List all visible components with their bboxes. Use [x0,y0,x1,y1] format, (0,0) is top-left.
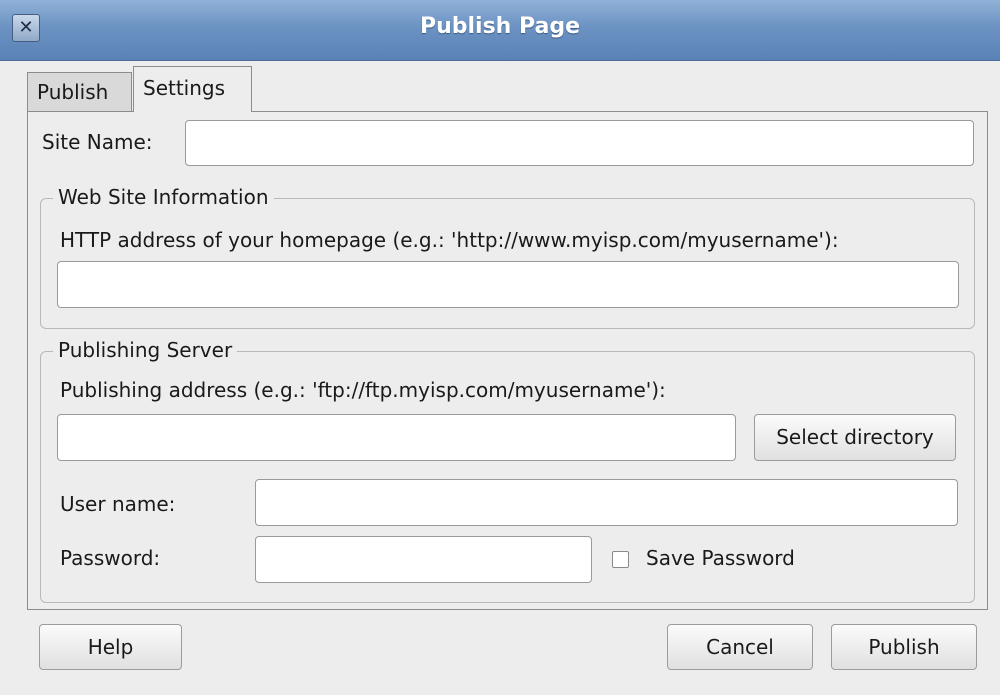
publishing-address-label: Publishing address (e.g.: 'ftp://ftp.myi… [60,378,666,402]
password-input[interactable] [255,536,592,583]
tab-publish[interactable]: Publish [27,72,132,112]
http-address-label: HTTP address of your homepage (e.g.: 'ht… [60,228,839,252]
publishing-address-input[interactable] [57,414,736,461]
user-name-label: User name: [60,492,176,516]
title-bar: ✕ Publish Page [0,0,1000,61]
password-label: Password: [60,546,161,570]
window-title: Publish Page [419,14,581,39]
select-directory-button[interactable]: Select directory [754,414,956,461]
publish-button[interactable]: Publish [831,624,977,670]
site-name-label: Site Name: [42,130,153,154]
save-password-checkbox[interactable] [612,551,629,568]
publish-page-dialog: ✕ Publish Page Publish Settings Site Nam… [0,0,1000,695]
user-name-input[interactable] [255,479,958,526]
tab-settings[interactable]: Settings [133,66,252,112]
http-address-input[interactable] [57,261,959,308]
site-name-input[interactable] [185,120,974,166]
cancel-button[interactable]: Cancel [667,624,813,670]
help-button[interactable]: Help [39,624,182,670]
publishing-server-title: Publishing Server [53,338,238,362]
web-site-information-title: Web Site Information [53,185,274,209]
save-password-label: Save Password [646,546,795,570]
